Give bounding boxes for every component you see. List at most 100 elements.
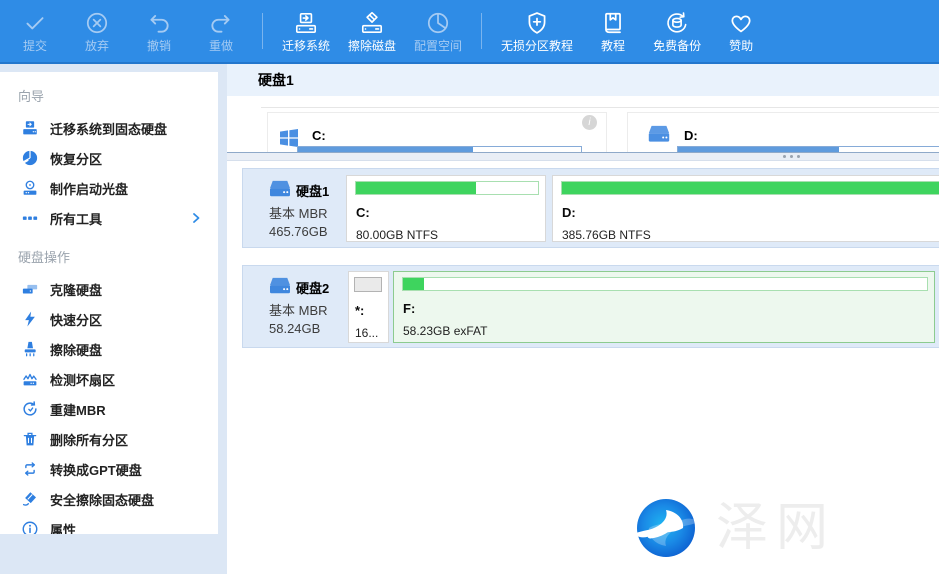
toolbar-tutorial-button[interactable]: 教程 [582,0,644,62]
tab-disk1[interactable]: 硬盘1 [258,72,294,88]
toolbar-discard-button[interactable]: 放弃 [66,0,128,62]
sidebar-item-boot-disc[interactable]: 制作启动光盘 [0,173,218,203]
sidebar-item-migrate-to-ssd[interactable]: 迁移系统到固态硬盘 [0,113,218,143]
volume-label: C: [312,128,326,143]
toolbar-label: 擦除磁盘 [348,40,396,52]
toolbar-label: 提交 [23,40,47,52]
partition-f-selected[interactable]: F: 58.23GB exFAT [393,271,935,343]
toolbar-lossless-tutorial-button[interactable]: 无损分区教程 [492,0,582,62]
disk-name: 硬盘1 [296,181,329,200]
sidebar-section-title-disk-ops: 硬盘操作 [18,247,218,266]
sidebar-item-label: 恢复分区 [50,149,102,168]
partition-label: F: [403,301,415,316]
toolbar-submit-button[interactable]: 提交 [4,0,66,62]
partition-usage-fill [403,278,424,290]
volume-overview-strip: C: D: [227,112,939,152]
partition-c[interactable]: C: 80.00GB NTFS [346,175,546,242]
sidebar-item-recover-partition[interactable]: 恢复分区 [0,143,218,173]
submit-check-icon [22,10,48,36]
sidebar-item-clone-disk[interactable]: 克隆硬盘 [0,274,218,304]
wipe-disk-icon [359,10,385,36]
convert-gpt-swap-icon [21,460,39,478]
sidebar-item-rebuild-mbr[interactable]: 重建MBR [0,394,218,424]
disk-row-1[interactable]: 硬盘1 基本 MBR 465.76GB C: 80.00GB NTFS D: 3… [242,168,939,248]
sidebar-item-secure-erase-ssd[interactable]: 安全擦除固态硬盘 [0,484,218,514]
partition-usage-fill [356,182,476,194]
clone-disk-icon [21,280,39,298]
toolbar-allocate-space-button[interactable]: 配置空间 [405,0,471,62]
sidebar-item-all-tools[interactable]: 所有工具 [0,203,218,233]
hard-drive-icon [267,276,293,296]
sidebar-item-label: 删除所有分区 [50,430,128,449]
undo-arrow-icon [146,10,172,36]
toolbar-free-backup-button[interactable]: 免费备份 [644,0,710,62]
overview-volume-c[interactable]: C: [267,112,607,152]
toolbar-undo-button[interactable]: 撤销 [128,0,190,62]
splitter-dots-icon [783,155,800,158]
partition-detail: 80.00GB NTFS [356,228,438,242]
shield-plus-icon [524,10,550,36]
redo-arrow-icon [208,10,234,36]
toolbar-separator [481,13,482,49]
disk-tab-bar: 硬盘1 [227,64,939,96]
heart-icon [728,10,754,36]
hard-drive-icon [267,179,293,199]
sidebar-item-wipe-disk[interactable]: 擦除硬盘 [0,334,218,364]
disk-layout: 基本 MBR [269,203,328,222]
secure-erase-eraser-icon [21,490,39,508]
boot-disc-icon [21,179,39,197]
divider [261,107,939,108]
toolbar-label: 赞助 [729,40,753,52]
partition-detail: 385.76GB NTFS [562,228,651,242]
sidebar-item-label: 制作启动光盘 [50,179,128,198]
disk-size: 58.24GB [269,321,320,336]
toolbar-label: 放弃 [85,40,109,52]
sidebar-item-properties[interactable]: 属性 [0,514,218,534]
info-icon[interactable] [582,115,597,130]
overview-volume-d[interactable]: D: [627,112,939,152]
partition-usage-fill [562,182,939,194]
rebuild-mbr-refresh-icon [21,400,39,418]
toolbar-label: 免费备份 [653,40,701,52]
volume-label: D: [684,128,698,143]
chevron-right-icon [190,212,202,224]
partition-unnamed[interactable]: *: 16... [348,271,389,343]
sidebar-item-label: 快速分区 [50,310,102,329]
partition-usage-bar [355,181,539,195]
sidebar-item-convert-gpt[interactable]: 转换成GPT硬盘 [0,454,218,484]
watermark-text: 泽网 [716,490,836,566]
main-panel: 硬盘1 C: D: [227,64,939,574]
quick-partition-bolt-icon [21,310,39,328]
disk-name: 硬盘2 [296,278,329,297]
watermark: 泽网 [628,490,836,566]
partition-d[interactable]: D: 385.76GB NTFS [552,175,939,242]
delete-partitions-trash-icon [21,430,39,448]
toolbar-wipe-disk-button[interactable]: 擦除磁盘 [339,0,405,62]
toolbar-redo-button[interactable]: 重做 [190,0,252,62]
sidebar-item-quick-partition[interactable]: 快速分区 [0,304,218,334]
toolbar-separator [262,13,263,49]
toolbar-label: 无损分区教程 [501,40,573,52]
splitter-handle[interactable] [227,152,939,161]
sidebar-item-label: 属性 [50,520,76,535]
allocate-space-pie-icon [425,10,451,36]
sidebar-section-title-wizard: 向导 [18,86,218,105]
page: 向导 迁移系统到固态硬盘 恢复分区 制作启动光盘 所有工具 [0,64,939,574]
partition-label: D: [562,205,576,220]
toolbar-migrate-system-button[interactable]: 迁移系统 [273,0,339,62]
sidebar-item-label: 擦除硬盘 [50,340,102,359]
sidebar-item-label: 克隆硬盘 [50,280,102,299]
sidebar-item-label: 检测坏扇区 [50,370,115,389]
partition-detail: 16... [355,326,378,340]
sidebar-item-delete-all-partitions[interactable]: 删除所有分区 [0,424,218,454]
sidebar-item-check-bad-sectors[interactable]: 检测坏扇区 [0,364,218,394]
migrate-to-ssd-icon [21,119,39,137]
disk-row-2[interactable]: 硬盘2 基本 MBR 58.24GB *: 16... F: 58.23GB e… [242,265,939,348]
recover-partition-pie-icon [21,149,39,167]
toolbar-label: 迁移系统 [282,40,330,52]
toolbar-sponsor-button[interactable]: 赞助 [710,0,772,62]
migrate-system-disk-icon [293,10,319,36]
tutorial-book-icon [600,10,626,36]
sidebar-item-label: 转换成GPT硬盘 [50,460,142,479]
partition-detail: 58.23GB exFAT [403,324,488,338]
